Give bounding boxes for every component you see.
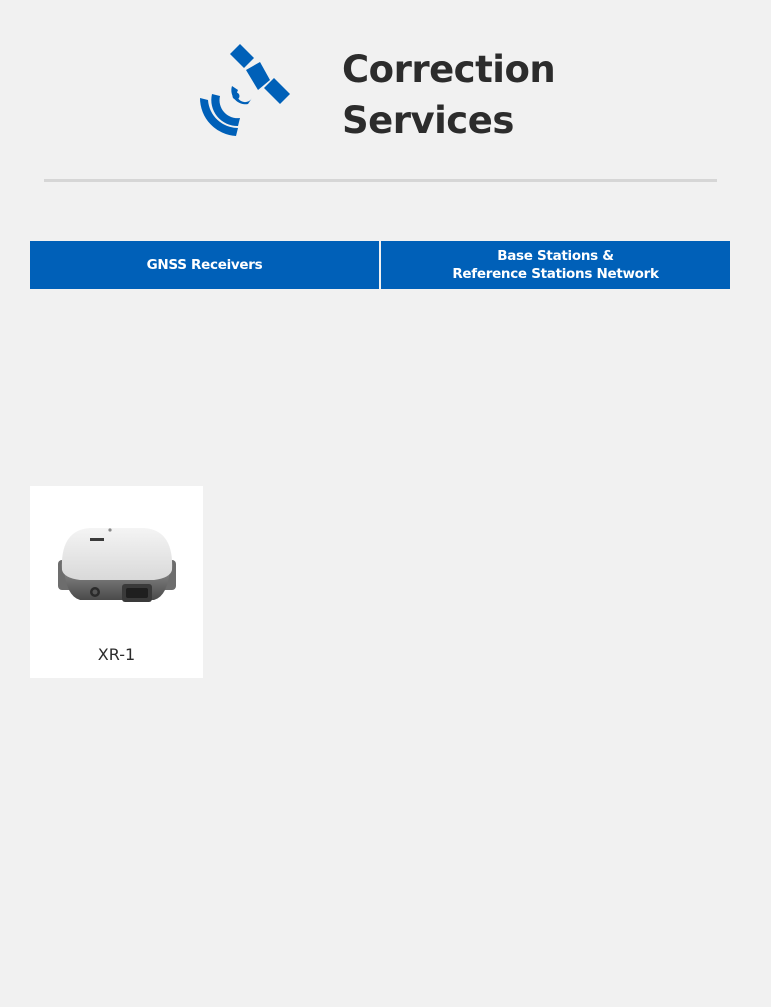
- page-title: Correction Services: [342, 48, 556, 142]
- page-header: Correction Services: [0, 0, 771, 180]
- category-tabs: GNSS Receivers Base Stations & Reference…: [30, 241, 730, 289]
- product-card-xr-1[interactable]: XR-1: [30, 486, 203, 678]
- tab-gnss-receivers[interactable]: GNSS Receivers: [30, 241, 379, 289]
- tab-base-stations[interactable]: Base Stations & Reference Stations Netwo…: [379, 241, 730, 289]
- satellite-signal-icon: [199, 44, 290, 136]
- header-divider: [44, 179, 717, 182]
- product-name: XR-1: [97, 645, 136, 664]
- gnss-receiver-device-image: [58, 528, 176, 602]
